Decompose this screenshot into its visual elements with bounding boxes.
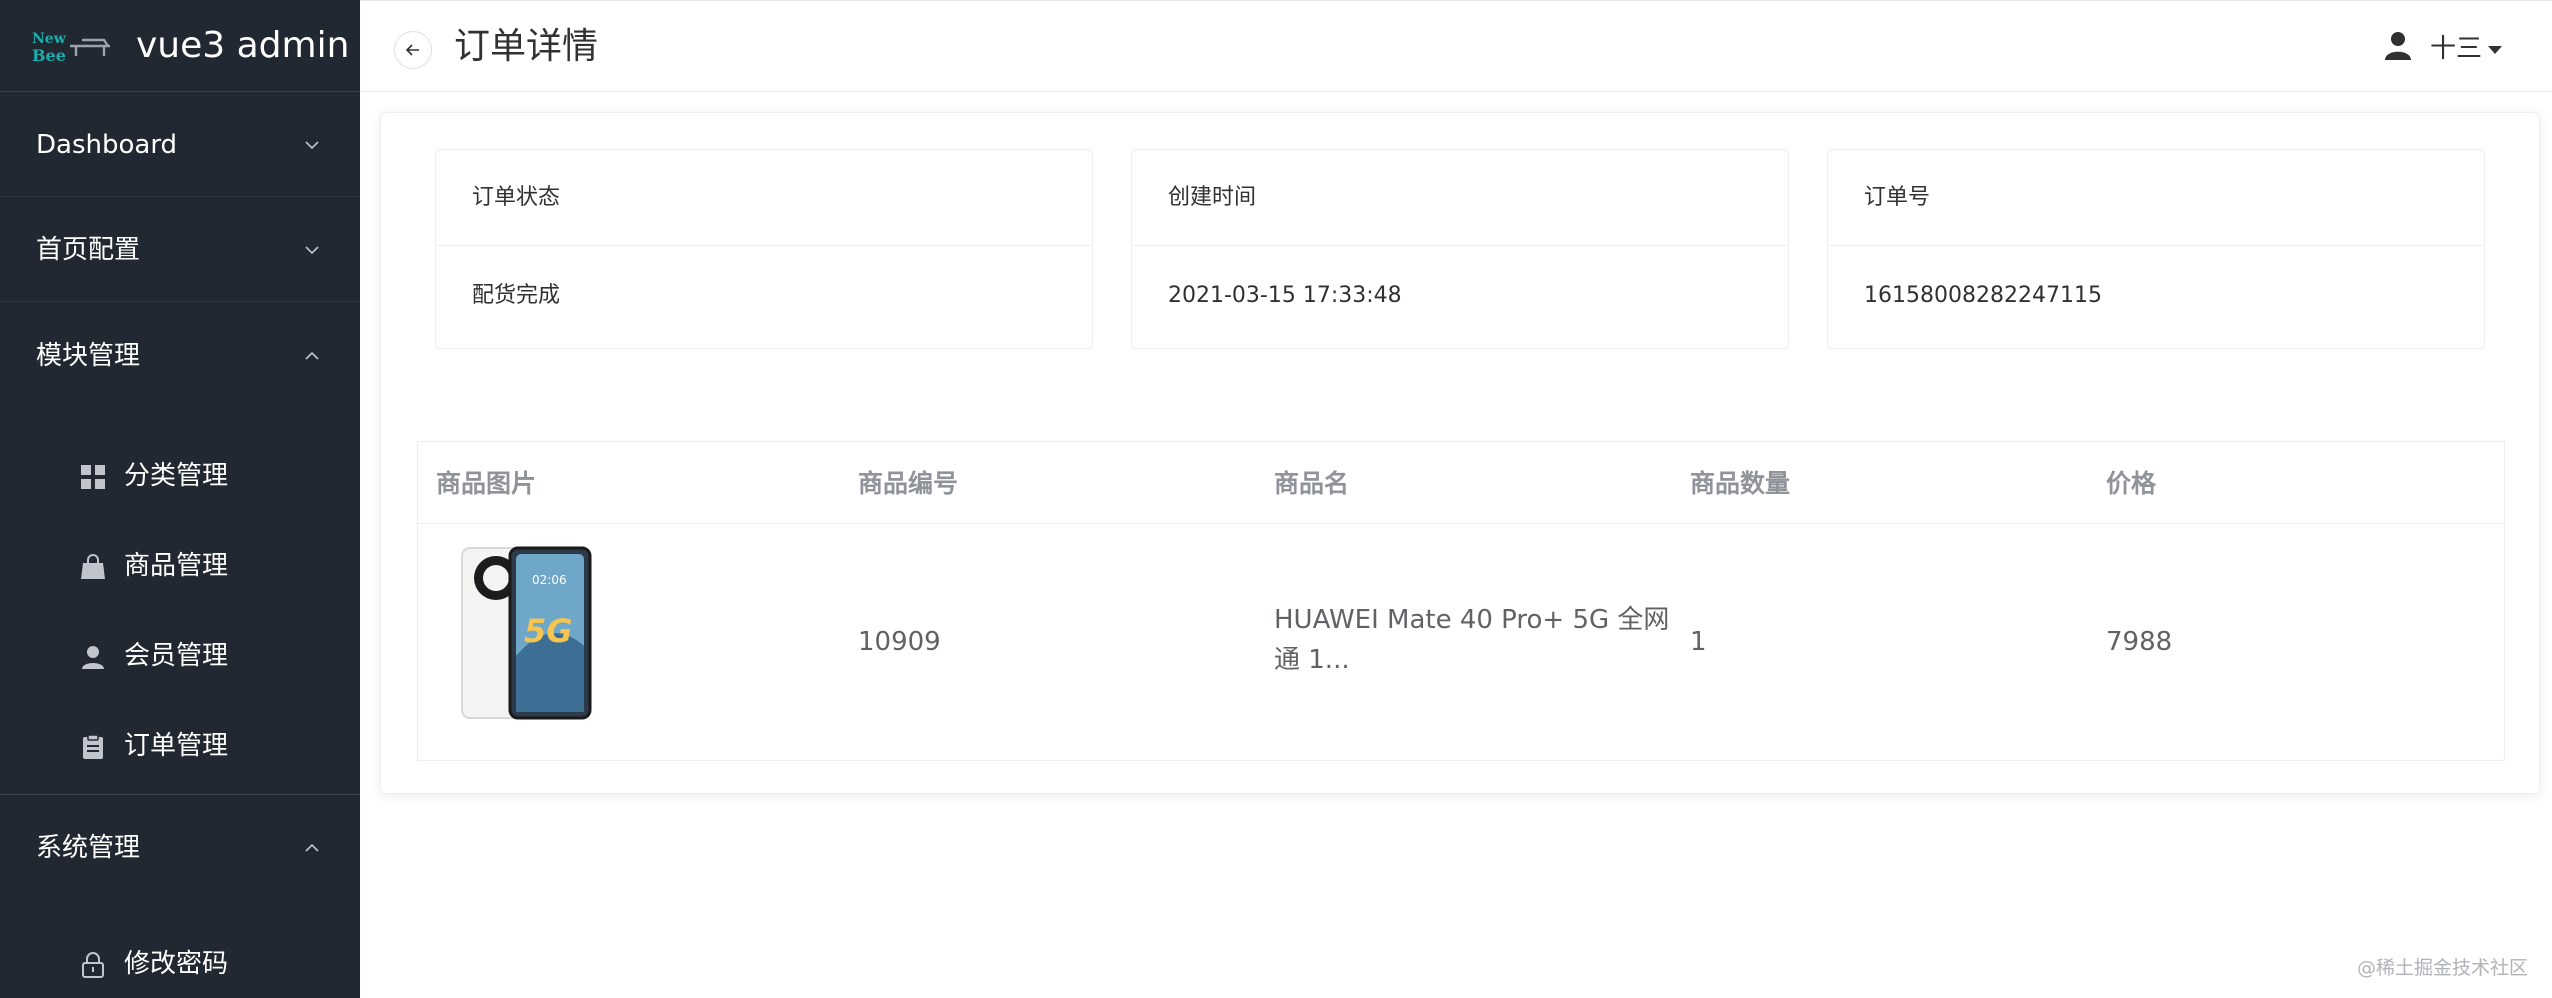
goods-table: 商品图片 商品编号 商品名 商品数量 价格 02:06 5G 10909 HUA… <box>417 441 2505 761</box>
brand: New Bee vue3 admin <box>0 0 360 92</box>
menu-home-config[interactable]: 首页配置 <box>0 198 360 302</box>
order-number-label: 订单号 <box>1864 185 1931 210</box>
phone-5g-text: 5G <box>524 612 573 650</box>
newbee-logo-icon: New Bee <box>32 31 110 64</box>
column-header-goods-id: 商品编号 <box>858 469 959 498</box>
menu-dashboard[interactable]: Dashboard <box>0 93 360 197</box>
user-name: 十三 <box>2430 34 2483 64</box>
price-cell: 7988 <box>2106 627 2173 657</box>
goods-name-line-1: HUAWEI Mate 40 Pro+ 5G 全网 <box>1274 605 1670 635</box>
phone-clock-text: 02:06 <box>532 573 567 587</box>
phone-product-image: 02:06 5G <box>461 546 592 720</box>
user-dropdown[interactable]: 十三 <box>2384 27 2524 71</box>
column-header-price: 价格 <box>2106 469 2157 498</box>
menu-dashboard-label: Dashboard <box>36 130 178 160</box>
create-time-header: 创建时间 <box>1132 150 1788 246</box>
sidebar-item-goods-label: 商品管理 <box>124 551 229 581</box>
menu-system-label: 系统管理 <box>36 833 141 863</box>
clipboard-icon <box>83 734 103 759</box>
sidebar-item-category[interactable]: 分类管理 <box>0 432 360 522</box>
grid-icon <box>81 465 105 489</box>
menu-home-config-label: 首页配置 <box>36 235 141 265</box>
quantity-cell: 1 <box>1690 627 1707 657</box>
sidebar-item-members[interactable]: 会员管理 <box>0 612 360 702</box>
sidebar-item-change-password-label: 修改密码 <box>124 949 229 979</box>
order-detail-card: 订单状态 配货完成 创建时间 2021-03-15 17:33:48 订单号 1… <box>380 112 2540 794</box>
menu-module[interactable]: 模块管理 <box>0 304 360 408</box>
column-header-quantity: 商品数量 <box>1690 469 1791 498</box>
order-number-value: 16158008282247115 <box>1864 283 2102 308</box>
sidebar-item-members-label: 会员管理 <box>124 641 229 671</box>
table-row: 02:06 5G 10909 HUAWEI Mate 40 Pro+ 5G 全网… <box>418 524 2504 760</box>
menu-module-label: 模块管理 <box>36 341 141 371</box>
user-icon <box>82 646 104 669</box>
logo-text-bee: Bee <box>32 46 66 64</box>
order-status-header: 订单状态 <box>436 150 1092 246</box>
chevron-up-icon <box>305 843 319 852</box>
sidebar-item-change-password[interactable]: 修改密码 <box>0 920 360 998</box>
order-number-header: 订单号 <box>1828 150 2484 246</box>
sidebar-item-goods[interactable]: 商品管理 <box>0 522 360 612</box>
column-header-goods-name: 商品名 <box>1274 469 1350 498</box>
goods-id-cell: 10909 <box>858 627 941 657</box>
sidebar-item-orders-label: 订单管理 <box>124 731 229 761</box>
page-title: 订单详情 <box>454 26 599 67</box>
table-header: 商品图片 商品编号 商品名 商品数量 价格 <box>418 442 2504 524</box>
caret-down-icon <box>2488 46 2502 54</box>
create-time-card: 创建时间 2021-03-15 17:33:48 <box>1131 149 1789 349</box>
goods-name-line-2: 通 1... <box>1274 645 1350 675</box>
chevron-down-icon <box>305 141 319 150</box>
chevron-up-icon <box>305 351 319 360</box>
logo-text-new: New <box>32 31 67 47</box>
create-time-label: 创建时间 <box>1168 185 1257 210</box>
order-status-card: 订单状态 配货完成 <box>435 149 1093 349</box>
order-status-value: 配货完成 <box>472 283 561 308</box>
goods-name-cell: HUAWEI Mate 40 Pro+ 5G 全网 通 1... <box>1274 600 1670 680</box>
app-title: vue3 admin <box>136 25 350 66</box>
sidebar-item-orders[interactable]: 订单管理 <box>0 702 360 792</box>
order-number-card: 订单号 16158008282247115 <box>1827 149 2485 349</box>
chevron-down-icon <box>305 246 319 255</box>
sidebar-item-category-label: 分类管理 <box>124 461 229 491</box>
create-time-value: 2021-03-15 17:33:48 <box>1168 283 1402 308</box>
sidebar-divider <box>0 794 360 795</box>
column-header-image: 商品图片 <box>436 469 537 498</box>
sidebar: New Bee vue3 admin Dashboard 首页配置 模块管理 分… <box>0 0 360 998</box>
shopping-bag-icon <box>81 554 105 579</box>
order-status-label: 订单状态 <box>472 185 561 210</box>
watermark: @稀土掘金技术社区 <box>2356 957 2528 979</box>
menu-system[interactable]: 系统管理 <box>0 796 360 900</box>
user-icon <box>2385 32 2411 60</box>
back-button[interactable] <box>394 31 432 69</box>
lock-icon <box>82 952 104 978</box>
arrow-left-icon <box>405 44 419 56</box>
top-header: 订单详情 十三 <box>360 0 2552 92</box>
